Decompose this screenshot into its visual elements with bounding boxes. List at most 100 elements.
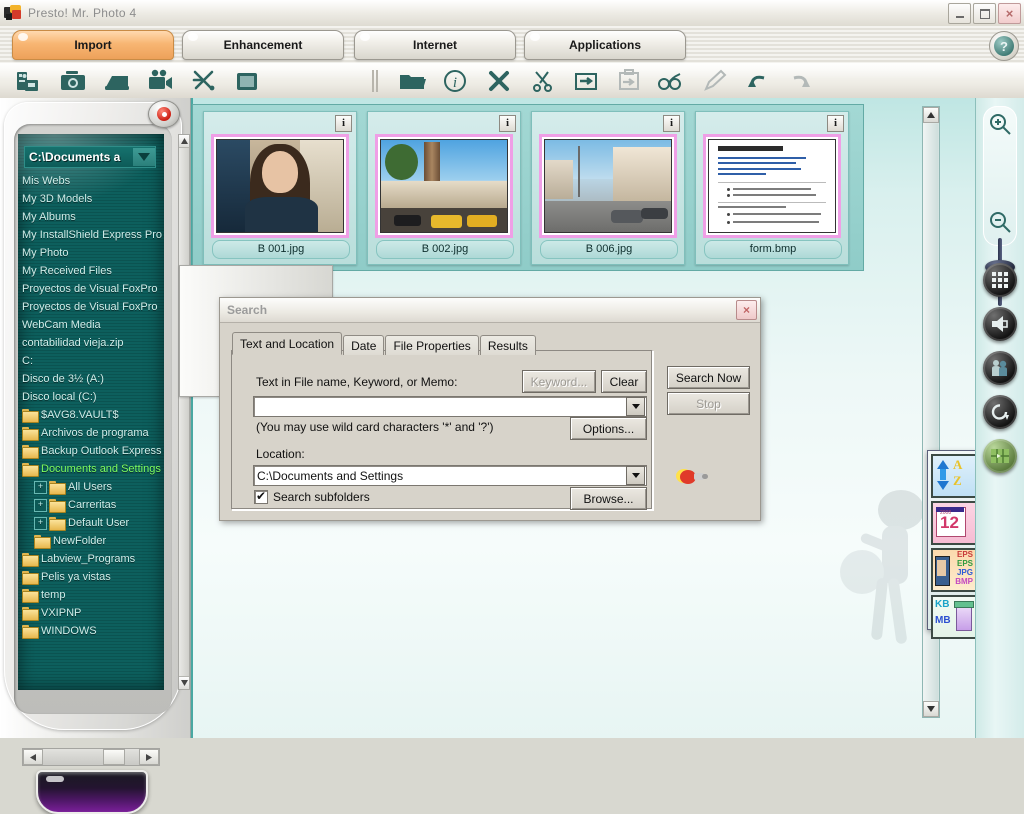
close-button[interactable]: × bbox=[998, 3, 1021, 24]
maximize-button[interactable] bbox=[973, 3, 996, 24]
tree-item[interactable]: + Carreritas bbox=[22, 496, 162, 514]
info-badge-icon[interactable]: i bbox=[663, 115, 680, 132]
tree-scroll-up-icon[interactable] bbox=[179, 135, 189, 148]
location-input[interactable]: C:\Documents and Settings bbox=[254, 469, 626, 483]
tab-internet[interactable]: Internet bbox=[354, 30, 516, 60]
tree-item[interactable]: VXIPNP bbox=[22, 604, 162, 622]
search-now-button[interactable]: Search Now bbox=[667, 366, 750, 389]
redo-icon[interactable] bbox=[786, 67, 814, 95]
view-glasses-icon[interactable] bbox=[657, 67, 685, 95]
tools-icon[interactable] bbox=[190, 67, 218, 95]
tree-item[interactable]: Archivos de programa bbox=[22, 424, 162, 442]
tree-item[interactable]: My InstallShield Express Pro bbox=[22, 226, 162, 244]
tab-applications[interactable]: Applications bbox=[524, 30, 686, 60]
tab-file-properties[interactable]: File Properties bbox=[385, 335, 479, 355]
edit-pencil-icon[interactable] bbox=[701, 67, 729, 95]
thumbnail-item[interactable]: i B 002.jpg bbox=[367, 111, 521, 265]
search-text-combo[interactable] bbox=[253, 396, 647, 417]
tree-item[interactable]: My Photo bbox=[22, 244, 162, 262]
info-icon[interactable]: i bbox=[441, 67, 469, 95]
open-folder-icon[interactable] bbox=[398, 67, 426, 95]
tree-item[interactable]: $AVG8.VAULT$ bbox=[22, 406, 162, 424]
scanner-icon[interactable] bbox=[103, 67, 131, 95]
tree-expander-icon[interactable]: + bbox=[34, 516, 47, 530]
tree-scroll-left-icon[interactable] bbox=[23, 749, 43, 765]
tree-item[interactable]: Documents and Settings bbox=[22, 460, 162, 478]
scroll-up-arrow-icon[interactable] bbox=[923, 107, 939, 123]
tree-expander-icon[interactable]: + bbox=[34, 480, 47, 494]
tree-item[interactable]: Labview_Programs bbox=[22, 550, 162, 568]
tree-item[interactable]: WINDOWS bbox=[22, 622, 162, 640]
zoom-out-icon[interactable] bbox=[987, 209, 1013, 235]
acquire-from-card-icon[interactable] bbox=[14, 67, 42, 95]
chevron-down-icon[interactable] bbox=[626, 397, 645, 416]
thumbnail-item[interactable]: i B 006.jpg bbox=[531, 111, 685, 265]
tab-text-and-location[interactable]: Text and Location bbox=[232, 332, 343, 355]
thumbnail-item[interactable]: i B 001.jpg bbox=[203, 111, 357, 265]
help-button[interactable]: ? bbox=[989, 31, 1019, 61]
sort-alphabetical-icon[interactable]: A Z bbox=[931, 454, 977, 498]
tree-item[interactable]: temp bbox=[22, 586, 162, 604]
tree-item[interactable]: My 3D Models bbox=[22, 190, 162, 208]
slideshow-icon[interactable] bbox=[983, 307, 1017, 341]
checkbox-box[interactable]: ✔ bbox=[254, 490, 268, 504]
sort-by-filetype-icon[interactable]: EPS EPS JPG BMP bbox=[931, 548, 977, 592]
tree-horizontal-scrollbar[interactable] bbox=[22, 748, 160, 766]
sort-by-size-icon[interactable]: KB MB bbox=[931, 595, 977, 639]
tree-item[interactable]: Pelis ya vistas bbox=[22, 568, 162, 586]
cut-icon[interactable] bbox=[529, 67, 557, 95]
scroll-down-arrow-icon[interactable] bbox=[923, 701, 939, 717]
chevron-down-icon[interactable] bbox=[133, 148, 155, 166]
copy-icon[interactable] bbox=[572, 67, 600, 95]
search-dialog-titlebar[interactable]: Search × bbox=[220, 298, 760, 323]
tree-item[interactable]: contabilidad vieja.zip bbox=[22, 334, 162, 352]
tab-date[interactable]: Date bbox=[343, 335, 385, 355]
tab-results[interactable]: Results bbox=[479, 335, 536, 355]
tab-enhancement[interactable]: Enhancement bbox=[182, 30, 344, 60]
options-button[interactable]: Options... bbox=[570, 417, 647, 440]
undo-icon[interactable] bbox=[744, 67, 772, 95]
location-combo[interactable]: C:\Documents and Settings bbox=[253, 465, 647, 486]
rotate-icon[interactable] bbox=[983, 395, 1017, 429]
tree-scroll-right-icon[interactable] bbox=[139, 749, 159, 765]
hscrollbar-thumb[interactable] bbox=[103, 749, 125, 765]
presto-logo-button[interactable] bbox=[148, 100, 180, 128]
tree-item[interactable]: My Albums bbox=[22, 208, 162, 226]
paste-icon[interactable] bbox=[615, 67, 643, 95]
tree-item[interactable]: WebCam Media bbox=[22, 316, 162, 334]
tree-item[interactable]: C: bbox=[22, 352, 162, 370]
minimize-button[interactable] bbox=[948, 3, 971, 24]
browse-button[interactable]: Browse... bbox=[570, 487, 647, 510]
search-subfolders-checkbox[interactable]: ✔ Search subfolders bbox=[254, 490, 370, 504]
stop-button[interactable]: Stop bbox=[667, 392, 750, 415]
path-dropdown[interactable]: C:\Documents a bbox=[24, 146, 156, 168]
zoom-in-icon[interactable] bbox=[987, 111, 1013, 137]
keyword-button[interactable]: Keyword... bbox=[522, 370, 596, 393]
tree-vertical-scrollbar[interactable] bbox=[178, 134, 333, 690]
tree-item[interactable]: Proyectos de Visual FoxPro bbox=[22, 280, 162, 298]
info-badge-icon[interactable]: i bbox=[827, 115, 844, 132]
chevron-down-icon[interactable] bbox=[626, 466, 645, 485]
map-icon[interactable] bbox=[983, 439, 1017, 473]
info-badge-icon[interactable]: i bbox=[499, 115, 516, 132]
tree-item[interactable]: + Default User bbox=[22, 514, 162, 532]
folder-tree[interactable]: Mis Webs My 3D Models My Albums My InstallS… bbox=[22, 172, 162, 684]
info-badge-icon[interactable]: i bbox=[335, 115, 352, 132]
clear-button[interactable]: Clear bbox=[601, 370, 647, 393]
video-camera-icon[interactable] bbox=[146, 67, 174, 95]
tree-item[interactable]: Mis Webs bbox=[22, 172, 162, 190]
camera-icon[interactable] bbox=[59, 67, 87, 95]
screen-capture-icon[interactable] bbox=[233, 67, 261, 95]
tree-item[interactable]: Proyectos de Visual FoxPro bbox=[22, 298, 162, 316]
tree-item[interactable]: My Received Files bbox=[22, 262, 162, 280]
delete-icon[interactable] bbox=[485, 67, 513, 95]
tree-item[interactable]: NewFolder bbox=[22, 532, 162, 550]
tree-item[interactable]: + All Users bbox=[22, 478, 162, 496]
tree-item[interactable]: Disco de 3½ (A:) bbox=[22, 370, 162, 388]
search-dialog-close-button[interactable]: × bbox=[736, 300, 757, 320]
tree-item[interactable]: Backup Outlook Express bbox=[22, 442, 162, 460]
thumbnail-grid-view-icon[interactable] bbox=[983, 263, 1017, 297]
tab-import[interactable]: Import bbox=[12, 30, 174, 60]
tree-expander-icon[interactable]: + bbox=[34, 498, 47, 512]
thumbnail-item[interactable]: i form.bmp bbox=[695, 111, 849, 265]
